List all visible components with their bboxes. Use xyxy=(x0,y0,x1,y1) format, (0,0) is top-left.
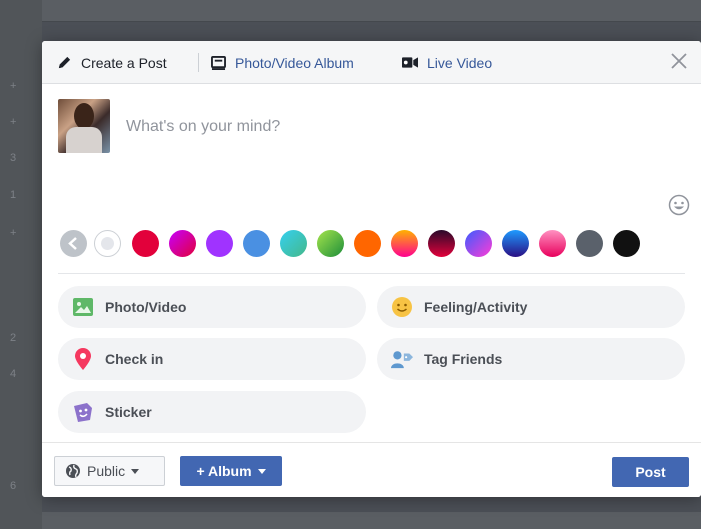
close-button[interactable] xyxy=(669,52,689,74)
color-swatch[interactable] xyxy=(539,230,566,257)
add-album-button[interactable]: + Album xyxy=(180,456,282,486)
action-label: Tag Friends xyxy=(424,351,503,367)
color-swatch[interactable] xyxy=(169,230,196,257)
close-icon xyxy=(671,52,687,74)
tab-live-video[interactable]: Live Video xyxy=(402,41,492,84)
chevron-down-icon xyxy=(257,468,266,474)
tag-friends-icon xyxy=(391,348,413,370)
privacy-selector[interactable]: Public xyxy=(54,456,165,486)
tab-create-post[interactable]: Create a Post xyxy=(56,41,167,84)
color-swatch[interactable] xyxy=(280,230,307,257)
background-footer xyxy=(42,512,701,529)
location-pin-icon xyxy=(72,348,94,370)
dialog-footer: Public + Album Post xyxy=(42,442,701,497)
album-icon xyxy=(210,55,226,71)
pencil-icon xyxy=(56,55,72,71)
color-swatch[interactable] xyxy=(354,230,381,257)
tab-label: Photo/Video Album xyxy=(235,54,354,71)
smiley-icon xyxy=(668,194,690,220)
background-marker: 2 xyxy=(10,332,17,344)
tab-label: Live Video xyxy=(427,54,493,71)
color-swatch[interactable] xyxy=(465,230,492,257)
post-composer-input[interactable] xyxy=(126,115,646,139)
color-swatch[interactable] xyxy=(391,230,418,257)
dialog-header: Create a Post Photo/Video Album Live Vid… xyxy=(42,41,701,84)
color-swatch[interactable] xyxy=(243,230,270,257)
color-swatch[interactable] xyxy=(428,230,455,257)
privacy-label: Public xyxy=(87,463,126,479)
feeling-activity-button[interactable]: Feeling/Activity xyxy=(377,286,685,328)
background-marker: + xyxy=(10,116,17,128)
emoji-button[interactable] xyxy=(668,194,690,216)
color-back-button[interactable] xyxy=(60,230,87,257)
background-marker: 4 xyxy=(10,368,17,380)
post-label: Post xyxy=(635,464,666,480)
background-marker: + xyxy=(10,80,17,92)
background-color-picker xyxy=(60,230,690,260)
color-swatch[interactable] xyxy=(206,230,233,257)
photo-video-button[interactable]: Photo/Video xyxy=(58,286,366,328)
globe-icon xyxy=(65,463,81,479)
sticker-icon xyxy=(72,401,94,423)
color-swatch[interactable] xyxy=(613,230,640,257)
background-header xyxy=(42,0,701,22)
create-post-dialog: Create a Post Photo/Video Album Live Vid… xyxy=(42,41,701,497)
color-swatch[interactable] xyxy=(132,230,159,257)
post-button[interactable]: Post xyxy=(612,457,689,487)
action-label: Feeling/Activity xyxy=(424,299,528,315)
chevron-left-icon xyxy=(68,237,77,250)
tag-friends-button[interactable]: Tag Friends xyxy=(377,338,685,380)
background-marker: + xyxy=(10,227,17,239)
action-label: Check in xyxy=(105,351,164,367)
smiley-face-icon xyxy=(391,296,413,318)
divider xyxy=(58,273,685,274)
tab-divider xyxy=(198,53,199,72)
tab-label: Create a Post xyxy=(81,54,167,71)
background-marker: 3 xyxy=(10,152,17,164)
tab-photo-video-album[interactable]: Photo/Video Album xyxy=(210,41,354,84)
album-label: + Album xyxy=(196,463,252,479)
color-swatch-white[interactable] xyxy=(94,230,121,257)
video-camera-icon xyxy=(402,55,418,71)
action-label: Sticker xyxy=(105,404,152,420)
color-swatch[interactable] xyxy=(317,230,344,257)
check-in-button[interactable]: Check in xyxy=(58,338,366,380)
background-marker: 1 xyxy=(10,189,17,201)
action-label: Photo/Video xyxy=(105,299,187,315)
photo-icon xyxy=(72,296,94,318)
background-sidebar xyxy=(0,0,42,529)
color-swatch[interactable] xyxy=(502,230,529,257)
sticker-button[interactable]: Sticker xyxy=(58,391,366,433)
avatar xyxy=(58,99,110,153)
color-swatch[interactable] xyxy=(576,230,603,257)
chevron-down-icon xyxy=(131,468,140,474)
background-marker: 6 xyxy=(10,480,17,492)
